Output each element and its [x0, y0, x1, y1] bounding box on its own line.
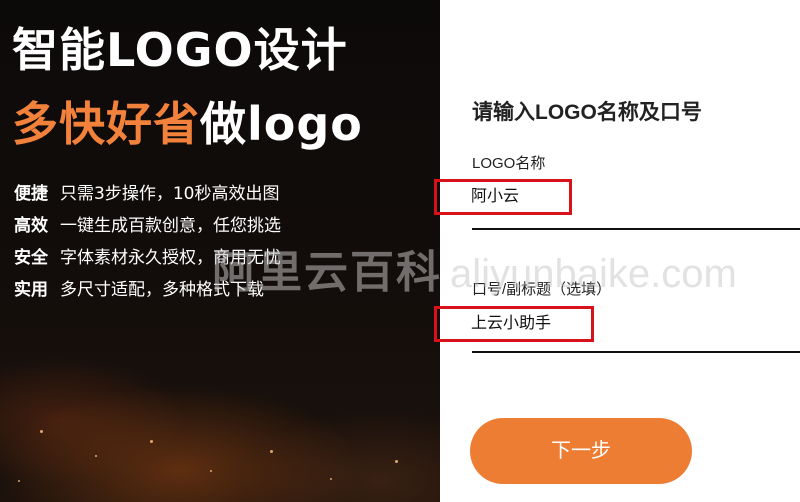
logo-name-label: LOGO名称: [472, 155, 546, 172]
logo-name-input[interactable]: 阿小云: [434, 179, 572, 215]
feature-key: 高效: [14, 216, 48, 236]
sparkle: [95, 455, 97, 457]
slogan-underline: [472, 351, 800, 353]
feature-text: 多尺寸适配，多种格式下载: [60, 280, 264, 300]
logo-name-underline: [472, 228, 800, 230]
slogan-label: 口号/副标题（选填）: [472, 281, 612, 298]
promo-panel: 智能LOGO设计 多快好省做logo 便捷 只需3步操作，10秒高效出图 高效 一键…: [0, 0, 440, 502]
feature-item: 实用 多尺寸适配，多种格式下载: [14, 274, 281, 306]
feature-key: 便捷: [14, 184, 48, 204]
sparkle: [270, 450, 273, 453]
feature-item: 便捷 只需3步操作，10秒高效出图: [14, 178, 281, 210]
feature-key: 实用: [14, 280, 48, 300]
feature-text: 一键生成百款创意，任您挑选: [60, 216, 281, 236]
headline-line2: 多快好省做logo: [12, 94, 363, 154]
next-step-button[interactable]: 下一步: [470, 418, 692, 484]
sparkle: [150, 440, 153, 443]
sparkle: [18, 480, 20, 482]
sparkle: [330, 478, 332, 480]
feature-text: 字体素材永久授权，商用无忧: [60, 248, 281, 268]
form-title: 请输入LOGO名称及口号: [472, 101, 702, 124]
sparkle: [395, 460, 398, 463]
sparkle: [210, 470, 212, 472]
feature-item: 高效 一键生成百款创意，任您挑选: [14, 210, 281, 242]
feature-item: 安全 字体素材永久授权，商用无忧: [14, 242, 281, 274]
logo-form-panel: 请输入LOGO名称及口号 LOGO名称 阿小云 口号/副标题（选填） 上云小助手…: [434, 0, 800, 502]
headline-line1: 智能LOGO设计: [12, 23, 348, 77]
slogan-input[interactable]: 上云小助手: [434, 306, 594, 342]
sparkle: [40, 430, 43, 433]
feature-list: 便捷 只需3步操作，10秒高效出图 高效 一键生成百款创意，任您挑选 安全 字体素材永…: [14, 178, 281, 306]
feature-text: 只需3步操作，10秒高效出图: [60, 184, 280, 204]
feature-key: 安全: [14, 248, 48, 268]
headline-accent: 多快好省: [12, 97, 200, 151]
headline-rest: 做logo: [200, 97, 363, 151]
